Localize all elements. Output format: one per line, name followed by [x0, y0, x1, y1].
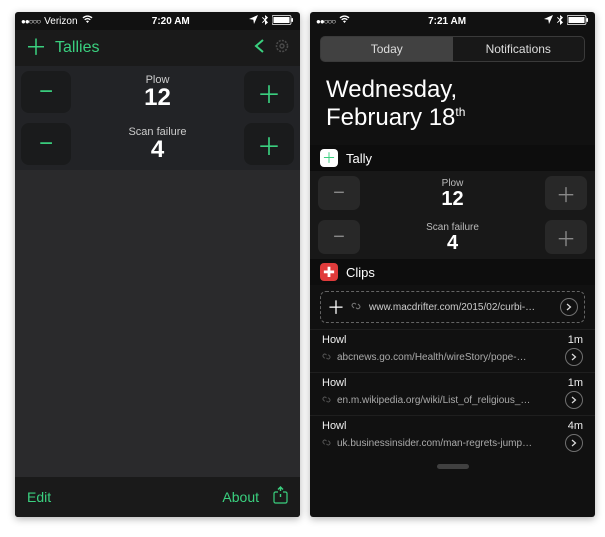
grabber-handle[interactable] [310, 458, 595, 474]
empty-body [15, 170, 300, 477]
status-time: 7:20 AM [152, 16, 190, 27]
widget-tally-row: − Plow 12 ＋ [310, 171, 595, 215]
status-bar: ●●○○○ 7:21 AM [310, 12, 595, 30]
clip-title: Howl [322, 377, 346, 389]
chevron-right-icon[interactable] [565, 434, 583, 452]
phone-right: ●●○○○ 7:21 AM Today Notifications Wednes… [310, 12, 595, 517]
signal-dots-icon: ●●○○○ [21, 17, 40, 26]
increment-button[interactable]: ＋ [244, 123, 294, 165]
app-header: ＋ Tallies [15, 30, 300, 66]
decrement-button[interactable]: − [318, 176, 360, 210]
link-icon [322, 391, 331, 409]
link-icon [351, 298, 361, 316]
clip-title: Howl [322, 420, 346, 432]
increment-button[interactable]: ＋ [545, 176, 587, 210]
app-footer: Edit About [15, 477, 300, 517]
location-icon [544, 15, 553, 27]
add-tally-button[interactable]: ＋ [25, 37, 47, 59]
date-header: Wednesday, February 18th [310, 66, 595, 145]
signal-dots-icon: ●●○○○ [316, 17, 335, 26]
clip-url: abcnews.go.com/Health/wireStory/pope-… [337, 352, 559, 363]
tab-today[interactable]: Today [321, 37, 453, 61]
wifi-icon [82, 15, 93, 27]
tally-list: − Plow 12 ＋ − Scan failure 4 ＋ [15, 66, 300, 170]
battery-icon [567, 15, 589, 28]
segmented-control: Today Notifications [310, 30, 595, 66]
link-icon [322, 434, 331, 452]
collapse-chevron-icon[interactable] [254, 39, 264, 58]
tally-value: 4 [366, 233, 539, 253]
tally-value: 12 [77, 86, 238, 110]
settings-gear-icon[interactable] [274, 38, 290, 59]
about-button[interactable]: About [222, 489, 259, 505]
tally-value: 4 [77, 138, 238, 162]
decrement-button[interactable]: − [318, 220, 360, 254]
clip-item[interactable]: Howl 1m abcnews.go.com/Health/wireStory/… [310, 329, 595, 372]
widget-title: Tally [346, 151, 372, 166]
widget-header-tally: ＋ Tally [310, 145, 595, 171]
chevron-right-icon[interactable] [560, 298, 578, 316]
clip-age: 1m [568, 334, 583, 346]
clip-url: en.m.wikipedia.org/wiki/List_of_religiou… [337, 395, 559, 406]
clip-age: 1m [568, 377, 583, 389]
status-bar: ●●○○○ Verizon 7:20 AM [15, 12, 300, 30]
bluetooth-icon [262, 15, 268, 28]
clip-item[interactable]: Howl 4m uk.businessinsider.com/man-regre… [310, 415, 595, 458]
increment-button[interactable]: ＋ [545, 220, 587, 254]
decrement-button[interactable]: − [21, 71, 71, 113]
increment-button[interactable]: ＋ [244, 71, 294, 113]
status-time: 7:21 AM [428, 16, 466, 27]
decrement-button[interactable]: − [21, 123, 71, 165]
clip-age: 4m [568, 420, 583, 432]
tally-row: − Plow 12 ＋ [15, 66, 300, 118]
date-line-2: February 18th [326, 104, 579, 132]
share-icon[interactable] [273, 486, 288, 509]
widget-tally: − Plow 12 ＋ − Scan failure 4 ＋ [310, 171, 595, 259]
link-icon [322, 348, 331, 366]
tally-value: 12 [366, 189, 539, 209]
clip-new-url: www.macdrifter.com/2015/02/curbi-… [369, 302, 552, 313]
widget-header-clips: ✚ Clips [310, 259, 595, 285]
tab-notifications[interactable]: Notifications [453, 37, 585, 61]
date-line-1: Wednesday, [326, 76, 579, 104]
battery-icon [272, 15, 294, 28]
app-title: Tallies [55, 39, 99, 57]
chevron-right-icon[interactable] [565, 391, 583, 409]
bluetooth-icon [557, 15, 563, 28]
widget-title: Clips [346, 265, 375, 280]
tally-row: − Scan failure 4 ＋ [15, 118, 300, 170]
location-icon [249, 15, 258, 27]
clip-new-row[interactable]: ＋ www.macdrifter.com/2015/02/curbi-… [320, 291, 585, 323]
carrier-label: Verizon [44, 16, 77, 27]
chevron-right-icon[interactable] [565, 348, 583, 366]
clip-title: Howl [322, 334, 346, 346]
wifi-icon [339, 15, 350, 27]
clips-app-icon: ✚ [320, 263, 338, 281]
plus-icon: ＋ [327, 294, 343, 320]
tally-app-icon: ＋ [320, 149, 338, 167]
clip-url: uk.businessinsider.com/man-regrets-jump… [337, 438, 559, 449]
clip-item[interactable]: Howl 1m en.m.wikipedia.org/wiki/List_of_… [310, 372, 595, 415]
widget-tally-row: − Scan failure 4 ＋ [310, 215, 595, 259]
edit-button[interactable]: Edit [27, 489, 51, 505]
phone-left: ●●○○○ Verizon 7:20 AM ＋ Tallies [15, 12, 300, 517]
